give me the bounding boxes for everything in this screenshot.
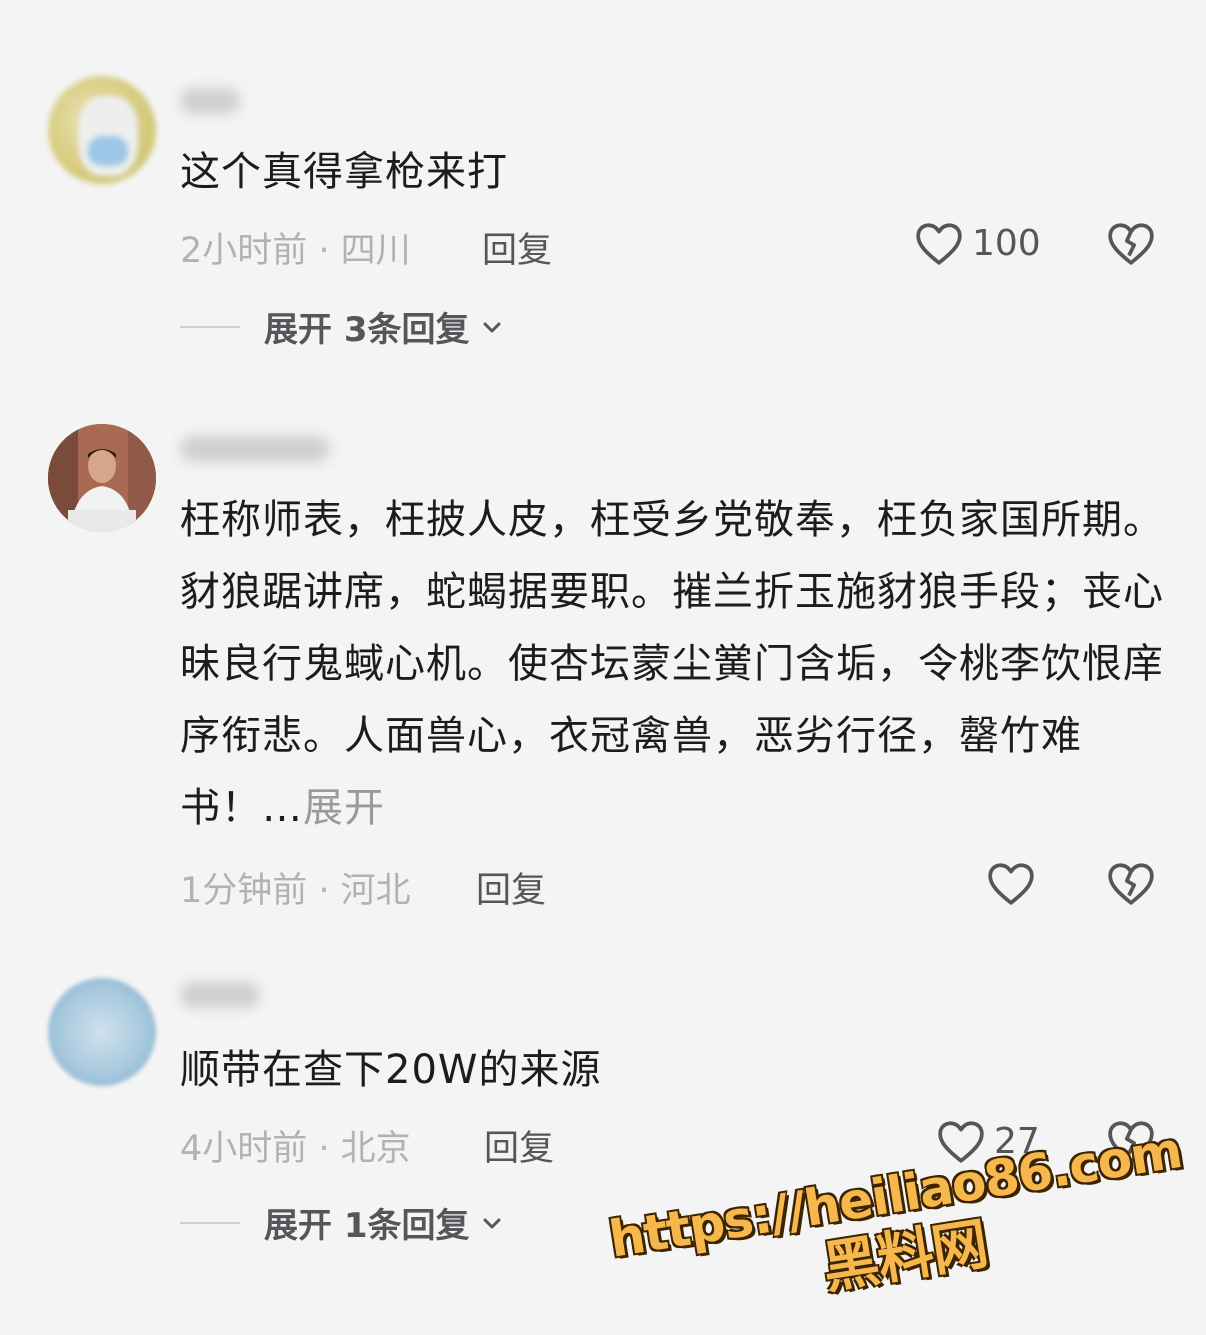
broken-heart-icon[interactable] (1106, 860, 1156, 906)
avatar[interactable] (48, 978, 156, 1086)
comment-meta: 1分钟前 · 河北 (180, 871, 411, 911)
avatar[interactable] (48, 76, 156, 184)
chevron-down-icon (483, 1218, 500, 1228)
expand-replies[interactable]: 展开 3条回复 (180, 302, 504, 351)
username-blurred[interactable] (180, 88, 240, 114)
like-button[interactable] (986, 860, 1044, 906)
username-blurred[interactable] (180, 982, 260, 1008)
expand-replies[interactable]: 展开 1条回复 (180, 1198, 504, 1247)
avatar-photo (48, 424, 156, 532)
broken-heart-icon[interactable] (1106, 220, 1156, 266)
reply-button[interactable]: 回复 (482, 222, 552, 273)
comment-meta: 2小时前 · 四川 (180, 231, 411, 271)
divider (180, 1221, 240, 1224)
reply-button[interactable]: 回复 (484, 1120, 554, 1171)
comment-text: 枉称师表，枉披人皮，枉受乡党敬奉，枉负家国所期。豺狼踞讲席，蛇蝎据要职。摧兰折玉… (180, 484, 1170, 844)
expand-replies-label: 展开 3条回复 (264, 310, 470, 350)
reply-button[interactable]: 回复 (476, 862, 546, 913)
chevron-down-icon (483, 322, 500, 332)
expand-text-link[interactable]: 展开 (303, 785, 385, 831)
watermark: https://heiliao86.com 黑料网 (605, 1120, 1196, 1335)
comment-text-body: 枉称师表，枉披人皮，枉受乡党敬奉，枉负家国所期。豺狼踞讲席，蛇蝎据要职。摧兰折玉… (180, 497, 1164, 831)
avatar[interactable] (48, 424, 156, 532)
heart-icon (988, 863, 1034, 905)
comment-text: 顺带在查下20W的来源 (180, 1047, 602, 1093)
divider (180, 325, 240, 328)
username-blurred[interactable] (180, 436, 330, 462)
expand-replies-label: 展开 1条回复 (264, 1206, 470, 1246)
comment-meta: 4小时前 · 北京 (180, 1129, 411, 1169)
comment-text: 这个真得拿枪来打 (180, 149, 508, 195)
heart-icon (916, 223, 962, 265)
like-count: 100 (972, 222, 1041, 264)
like-button[interactable]: 100 (914, 220, 1041, 266)
